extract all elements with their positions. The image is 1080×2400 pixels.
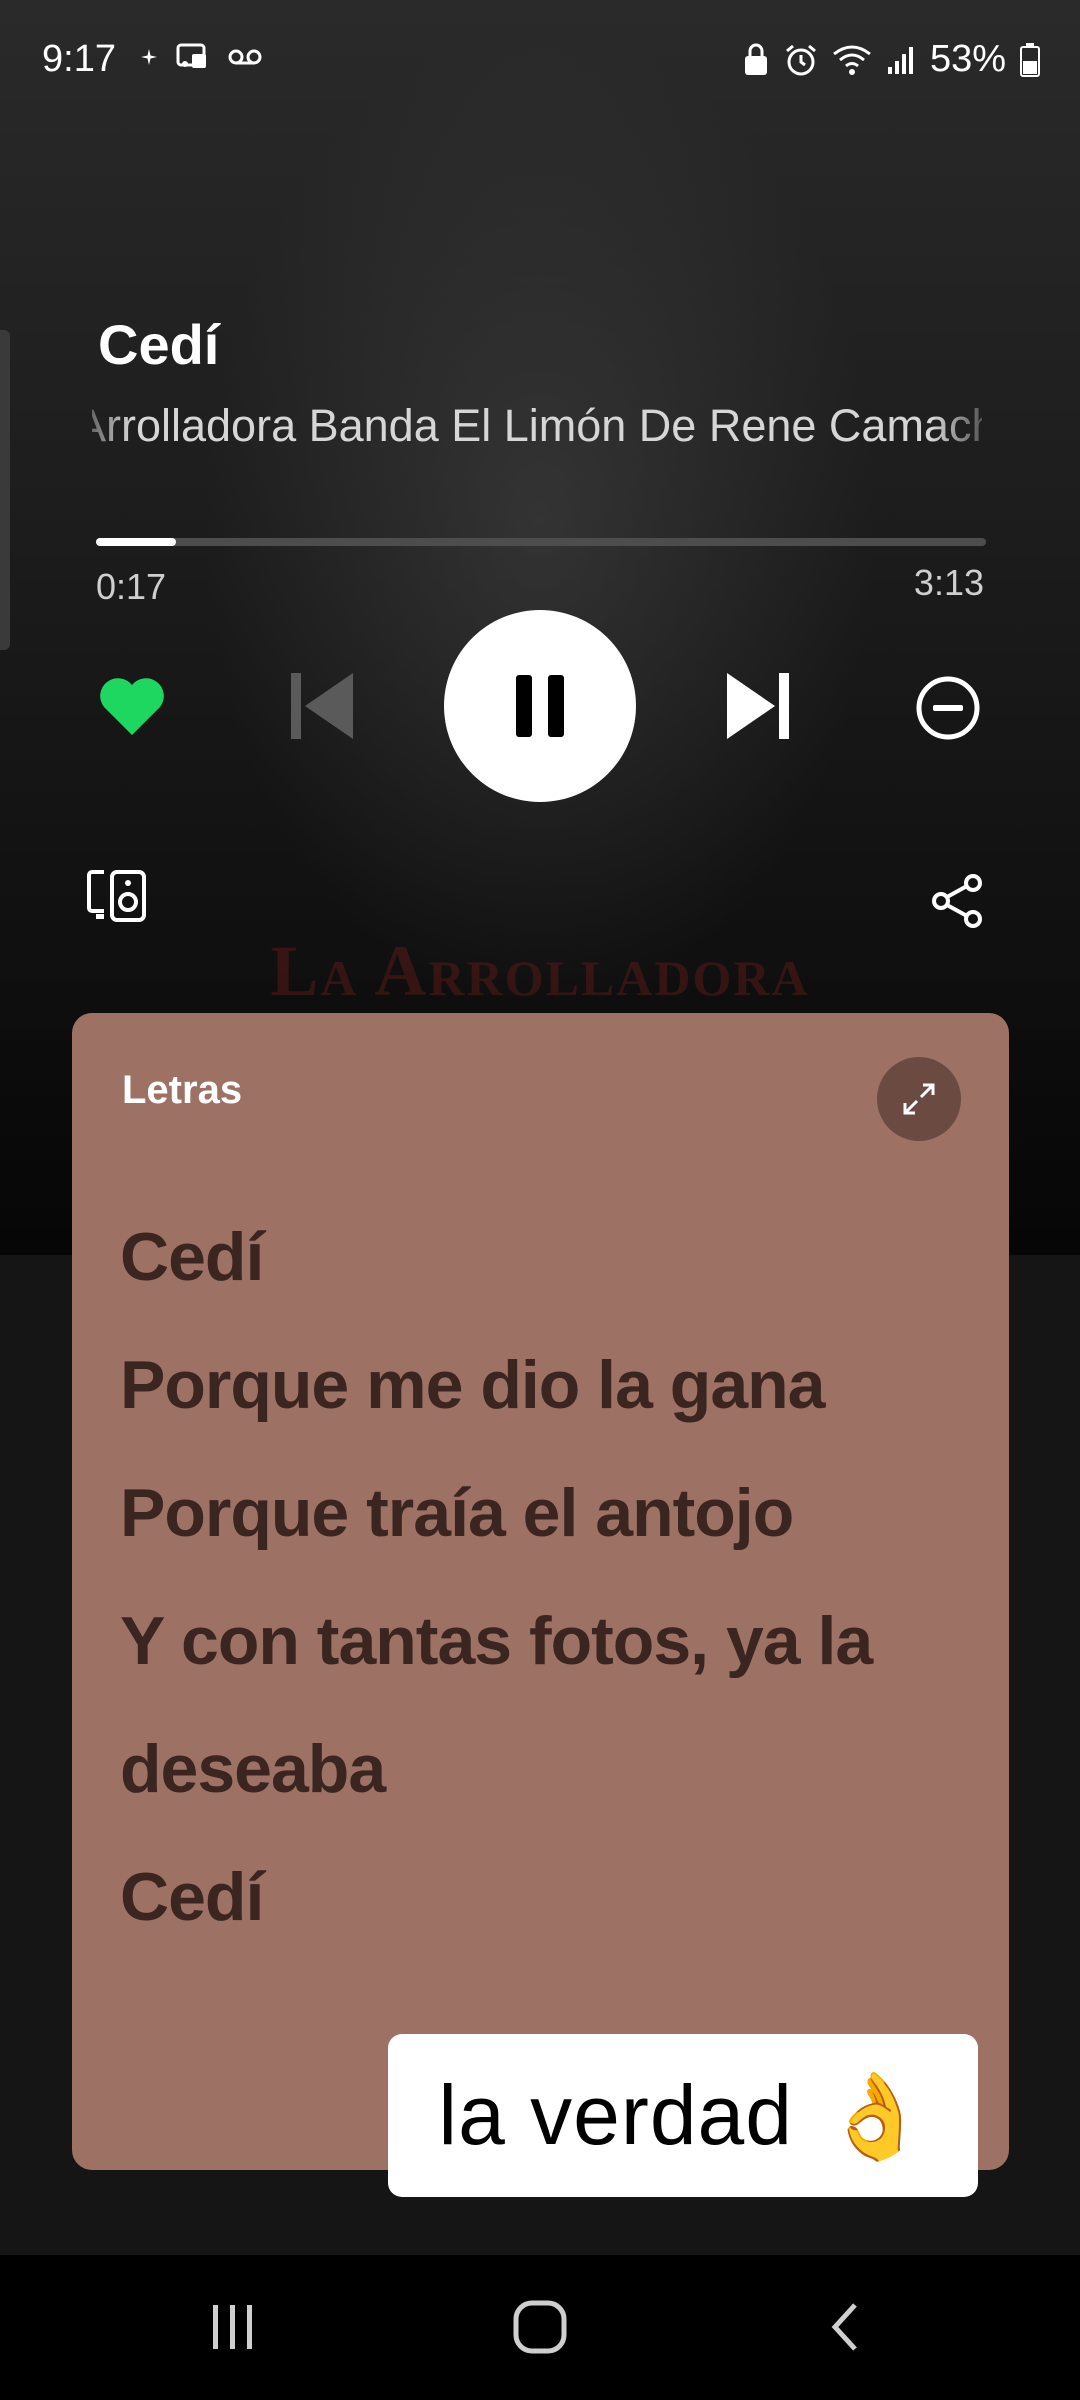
status-time: 9:17: [42, 38, 116, 80]
previous-button[interactable]: [282, 664, 362, 748]
home-button[interactable]: [505, 2295, 575, 2359]
side-panel-handle[interactable]: [0, 330, 10, 650]
skip-back-icon: [291, 673, 353, 739]
total-time: 3:13: [913, 562, 984, 603]
lyric-line: Porque me dio la gana: [120, 1347, 826, 1423]
lyric-line: deseaba: [120, 1731, 386, 1807]
signal-icon: [887, 46, 913, 74]
caption-text: la verdad: [438, 2068, 793, 2162]
elapsed-time: 0:17: [96, 566, 167, 607]
pause-button[interactable]: [444, 610, 636, 802]
battery-percent: 53%: [929, 38, 1006, 80]
system-nav-bar: [0, 2255, 1080, 2400]
hide-song-button[interactable]: [912, 672, 984, 744]
album-art-text: La Arrolladora: [270, 931, 810, 1011]
heart-icon: [100, 678, 164, 735]
sparkle-icon: [141, 49, 157, 65]
wifi-icon: [833, 45, 871, 75]
battery-icon: [1020, 42, 1040, 77]
next-button[interactable]: [718, 664, 798, 748]
lock-icon: [744, 43, 767, 75]
lyric-line: Cedí: [120, 1219, 264, 1295]
devices-icon: [87, 870, 146, 922]
cast-icon: [176, 43, 206, 68]
recent-apps-button[interactable]: [198, 2295, 268, 2359]
connect-device-button[interactable]: [84, 866, 150, 926]
expand-lyrics-button[interactable]: [877, 1057, 961, 1141]
minus-circle-icon: [916, 676, 980, 740]
track-artist-text: Arrolladora Banda El Limón De Rene Camac…: [92, 400, 982, 451]
back-icon: [831, 2303, 857, 2351]
seek-bar-progress: [96, 538, 177, 546]
seek-bar[interactable]: [96, 538, 986, 546]
alarm-icon: [785, 44, 816, 75]
recent-apps-icon: [213, 2305, 252, 2349]
voicemail-icon: [228, 49, 262, 65]
lyric-line: Porque traía el antojo: [120, 1475, 794, 1551]
pause-icon: [516, 675, 564, 737]
expand-icon: [903, 1083, 935, 1115]
skip-forward-icon: [727, 673, 789, 739]
share-icon: [932, 874, 982, 928]
lyrics-label: Letras: [122, 1068, 243, 1112]
lyric-line: Cedí: [120, 1859, 264, 1935]
ok-hand-emoji: 👌: [822, 2068, 928, 2163]
share-button[interactable]: [926, 870, 988, 932]
lyrics-card[interactable]: Letras Cedí Porque me dio la gana Porque…: [72, 1013, 1009, 2170]
status-bar: 9:17 53%: [0, 0, 1080, 120]
back-button[interactable]: [810, 2295, 880, 2359]
lyric-line: Y con tantas fotos, ya la: [120, 1603, 873, 1679]
track-title: Cedí: [98, 313, 220, 376]
home-icon: [513, 2300, 567, 2354]
lyrics-lines: Cedí Porque me dio la gana Porque traía …: [120, 1193, 980, 1961]
like-button[interactable]: [96, 670, 168, 742]
caption-sticker: la verdad 👌: [388, 2034, 978, 2197]
track-artist[interactable]: Arrolladora Banda El Limón De Rene Camac…: [92, 400, 982, 460]
